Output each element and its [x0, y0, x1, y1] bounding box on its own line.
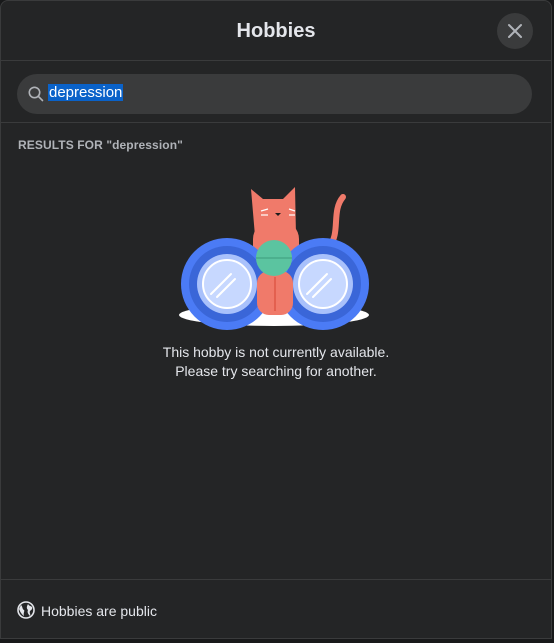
search-input[interactable]: depression: [48, 82, 124, 104]
empty-state-message: This hobby is not currently available. P…: [1, 343, 551, 381]
dialog-footer: Hobbies are public: [1, 579, 551, 640]
results-label: RESULTS FOR "depression": [18, 138, 183, 152]
footer-privacy-text: Hobbies are public: [41, 603, 157, 619]
search-icon: [28, 86, 44, 102]
search-box[interactable]: depression: [17, 74, 532, 114]
empty-state-line-2: Please try searching for another.: [175, 363, 377, 379]
close-button[interactable]: [497, 13, 533, 49]
cat-binoculars-illustration: [179, 187, 369, 330]
empty-state-line-1: This hobby is not currently available.: [162, 344, 390, 360]
search-input-value: depression: [48, 84, 124, 101]
close-icon: [508, 24, 522, 38]
results-label-prefix: RESULTS FOR: [18, 138, 107, 152]
globe-icon: [17, 601, 35, 619]
results-query: "depression": [106, 138, 183, 152]
dialog-header: Hobbies: [1, 1, 551, 61]
dialog-title: Hobbies: [236, 20, 316, 42]
hobbies-dialog: Hobbies depression RESULTS FOR "depressi…: [0, 0, 552, 639]
search-area: depression: [1, 61, 551, 123]
